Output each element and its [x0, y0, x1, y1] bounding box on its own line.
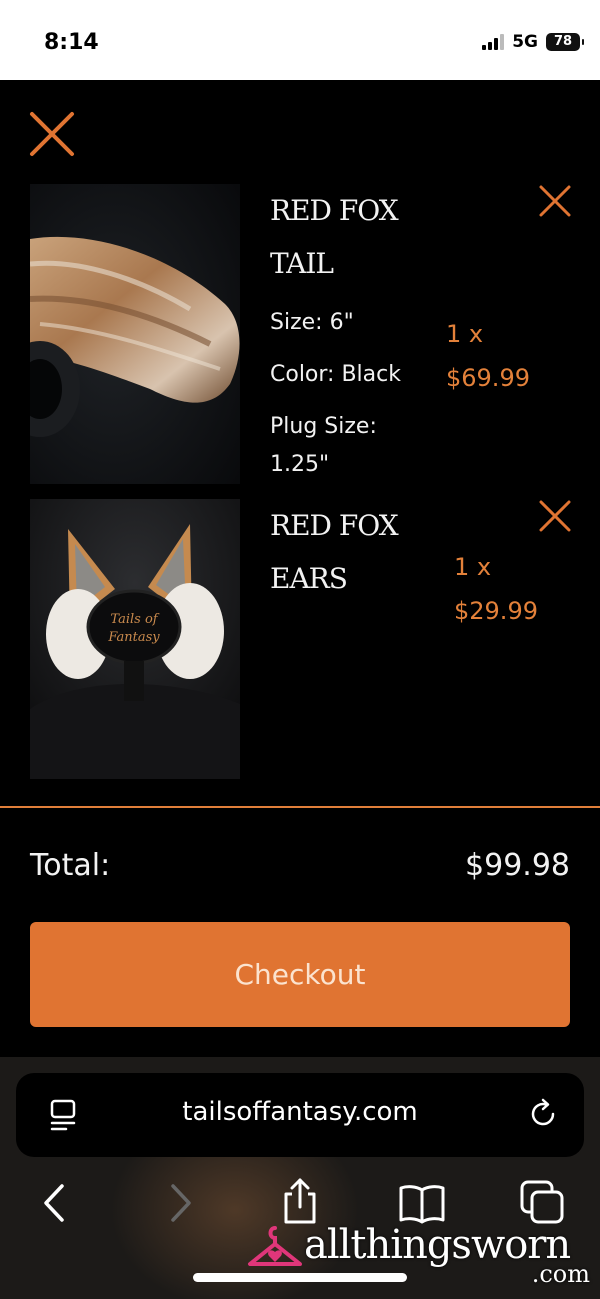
qty-label: 1 x — [446, 320, 484, 348]
total-label: Total: — [30, 848, 111, 883]
watermark-suffix: .com — [531, 1260, 590, 1288]
signal-icon — [482, 34, 505, 50]
status-indicators: 5G 78 — [482, 32, 584, 52]
item-qty: 1 x $29.99 — [454, 545, 538, 633]
ears-logo-line1: Tails of — [110, 612, 159, 627]
home-indicator[interactable] — [193, 1273, 407, 1282]
forward-icon[interactable] — [155, 1178, 205, 1228]
network-label: 5G — [512, 32, 538, 52]
item-qty: 1 x $69.99 — [446, 312, 530, 400]
qty-label: 1 x — [454, 553, 492, 581]
reload-icon[interactable] — [526, 1097, 560, 1131]
ears-logo-line2: Fantasy — [107, 630, 160, 645]
item-price: $29.99 — [454, 597, 538, 625]
remove-item-icon[interactable] — [538, 184, 572, 218]
watermark: allthingsworn .com — [246, 1212, 600, 1299]
divider — [0, 806, 600, 808]
item-title-line2: EARS — [270, 562, 348, 595]
cart-item-fox-ears: Tails of Fantasy RED FOX EARS 1 x $29.99 — [30, 499, 575, 779]
cart-item-fox-tail: RED FOX TAIL Size: 6" Color: Black Plug … — [30, 184, 575, 484]
back-icon[interactable] — [30, 1178, 80, 1228]
option-color: Color: Black — [270, 362, 401, 387]
total-value: $99.98 — [465, 848, 570, 883]
checkout-button[interactable]: Checkout — [30, 922, 570, 1027]
item-title-line2: TAIL — [270, 247, 334, 280]
item-title-line1: RED FOX — [270, 194, 399, 227]
close-cart-icon[interactable] — [28, 110, 76, 158]
status-time: 8:14 — [44, 30, 99, 55]
remove-item-icon[interactable] — [538, 499, 572, 533]
watermark-text: allthingsworn — [304, 1222, 571, 1268]
item-price: $69.99 — [446, 364, 530, 392]
item-title: RED FOX TAIL — [270, 184, 470, 290]
option-plug-size-label: Plug Size: — [270, 414, 377, 439]
fox-ears-image[interactable]: Tails of Fantasy — [30, 499, 240, 779]
fox-tail-image[interactable] — [30, 184, 240, 484]
item-title-line1: RED FOX — [270, 509, 399, 542]
url-text[interactable]: tailsoffantasy.com — [16, 1097, 584, 1127]
option-size: Size: 6" — [270, 310, 354, 335]
address-bar[interactable]: tailsoffantasy.com — [16, 1073, 584, 1157]
status-bar: 8:14 5G 78 — [0, 0, 600, 80]
battery-icon: 78 — [546, 33, 584, 51]
item-title: RED FOX EARS — [270, 499, 470, 605]
option-plug-size-value: 1.25" — [270, 452, 330, 477]
